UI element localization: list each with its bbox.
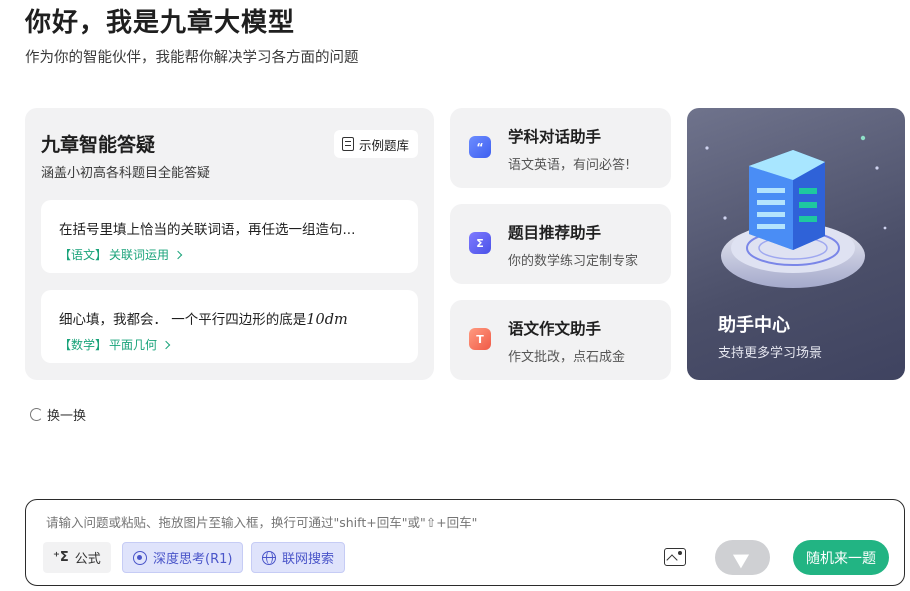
assistant-card-question-recommend[interactable]: Σ 题目推荐助手 你的数学练习定制专家 [450,204,671,284]
chevron-right-icon [173,250,183,259]
chevron-right-icon [161,340,171,349]
assistant-subtitle: 你的数学练习定制专家 [508,254,639,269]
example-question-text: 在括号里填上恰当的关联词语，再任选一组造句... [59,222,356,238]
example-question-card[interactable]: 在括号里填上恰当的关联词语，再任选一组造句... 【语文】 关联词运用 [41,200,418,273]
qa-card-title: 九章智能答疑 [41,134,156,156]
refresh-button[interactable]: 换一换 [30,405,86,424]
page-title: 你好，我是九章大模型 [25,8,296,38]
assistant-hub-card[interactable]: 助手中心 支持更多学习场景 [687,108,905,380]
assistant-title: 学科对话助手 [508,128,602,146]
example-question-tag[interactable]: 【数学】 平面几何 [59,336,171,353]
assistant-card-subject-chat[interactable]: “ 学科对话助手 语文英语，有问必答! [450,108,671,188]
hub-title: 助手中心 [718,315,790,336]
qa-card-subtitle: 涵盖小初高各科题目全能答疑 [41,166,211,181]
assistant-card-essay[interactable]: T 语文作文助手 作文批改，点石成金 [450,300,671,380]
hub-subtitle: 支持更多学习场景 [718,346,823,361]
subject-label: 【数学】 [59,338,108,352]
web-search-toggle[interactable]: 联网搜索 [251,542,346,573]
assistant-subtitle: 语文英语，有问必答! [508,158,631,173]
text-T-icon: T [469,328,491,350]
formula-label: 公式 [74,552,101,567]
question-input[interactable] [46,515,866,530]
sigma-icon: ⁺Σ [53,550,69,565]
atom-icon [133,550,147,565]
assistant-subtitle: 作文批改，点石成金 [508,350,626,365]
math-expression: 10dm [306,312,348,328]
chat-bubble-icon: “ [469,136,491,158]
chat-input-box: ⁺Σ 公式 深度思考(R1) 联网搜索 随机来一题 [25,499,905,586]
image-upload-icon[interactable] [664,548,686,566]
globe-icon [262,550,276,565]
example-question-card[interactable]: 细心填，我都会． 一个平行四边形的底是10dm 【数学】 平面几何 [41,290,418,363]
refresh-label: 换一换 [47,409,87,424]
qa-card: 九章智能答疑 涵盖小初高各科题目全能答疑 示例题库 在括号里填上恰当的关联词语，… [25,108,434,380]
send-icon [732,547,753,568]
example-question-tag[interactable]: 【语文】 关联词运用 [59,246,183,263]
example-bank-label: 示例题库 [358,137,409,153]
random-question-button[interactable]: 随机来一题 [793,540,889,575]
book-icon [341,137,354,151]
deep-think-toggle[interactable]: 深度思考(R1) [122,542,244,573]
send-button[interactable] [715,540,770,575]
refresh-icon [30,408,43,421]
assistant-title: 语文作文助手 [508,320,602,338]
formula-button[interactable]: ⁺Σ 公式 [43,542,111,573]
example-bank-button[interactable]: 示例题库 [333,130,418,158]
sigma-icon: Σ [469,232,491,254]
subject-label: 【语文】 [59,248,108,262]
deep-think-label: 深度思考(R1) [153,552,233,567]
page-subtitle: 作为你的智能伙伴，我能帮你解决学习各方面的问题 [25,50,359,66]
web-search-label: 联网搜索 [282,552,335,567]
server-illustration [705,135,887,288]
topic-label: 平面几何 [109,338,158,352]
topic-label: 关联词运用 [109,248,170,262]
assistant-title: 题目推荐助手 [508,224,602,242]
example-question-text: 细心填，我都会． 一个平行四边形的底是10dm [59,312,348,328]
